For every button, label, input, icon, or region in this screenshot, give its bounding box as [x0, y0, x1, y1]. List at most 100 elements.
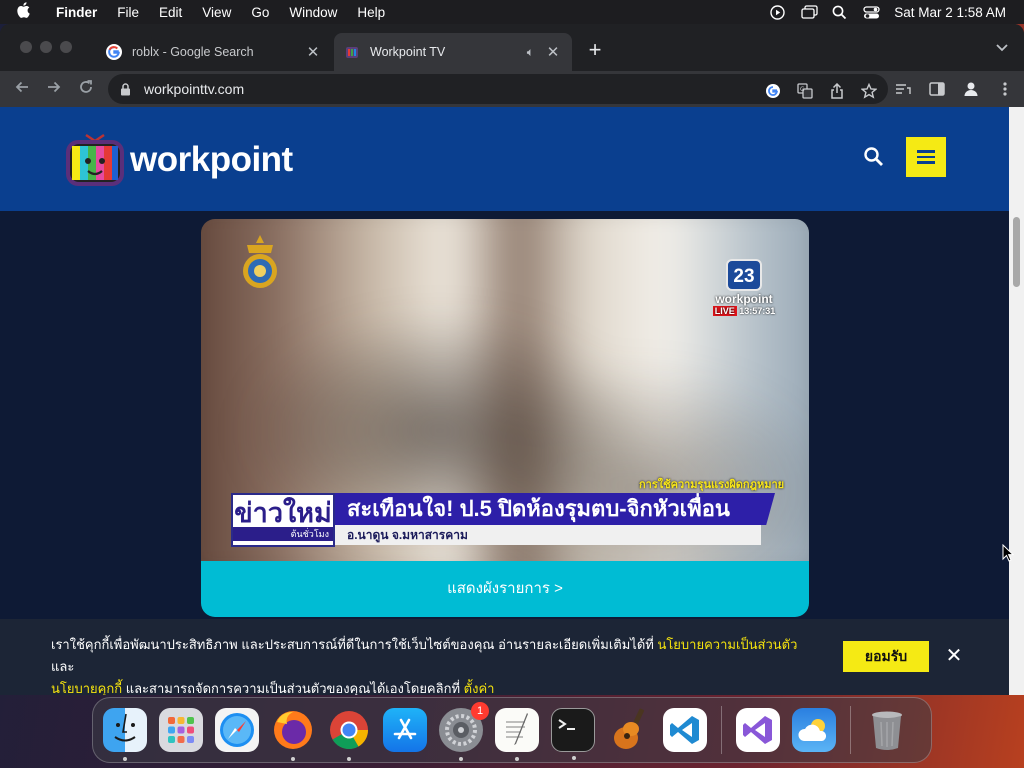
- cookie-consent-text: เราใช้คุกกี้เพื่อพัฒนาประสิทธิภาพ และประ…: [51, 634, 811, 695]
- cookie-consent-banner: เราใช้คุกกี้เพื่อพัฒนาประสิทธิภาพ และประ…: [0, 619, 1009, 695]
- toolbar-right: [894, 71, 1014, 107]
- svg-text:G: G: [800, 86, 805, 93]
- scrollbar-thumb[interactable]: [1013, 217, 1020, 287]
- live-badge: LIVE: [712, 306, 737, 316]
- running-indicator: [291, 757, 295, 761]
- search-icon[interactable]: [862, 145, 886, 169]
- app-store-icon[interactable]: [383, 708, 427, 752]
- zoom-window-button[interactable]: [60, 41, 72, 53]
- firefox-icon[interactable]: [271, 708, 315, 761]
- bookmark-star-icon[interactable]: [860, 82, 878, 100]
- hamburger-line: [917, 161, 935, 164]
- tab-search-chevron-icon[interactable]: [996, 40, 1008, 55]
- hamburger-menu-button[interactable]: [906, 137, 946, 177]
- screen-mirroring-icon[interactable]: [801, 4, 818, 20]
- tab-title: Workpoint TV: [370, 45, 446, 59]
- menubar-clock[interactable]: Sat Mar 2 1:58 AM: [894, 5, 1006, 20]
- new-tab-icon[interactable]: +: [584, 37, 606, 63]
- channel-23-watermark: 23 workpoint LIVE 13:57:31: [709, 259, 779, 316]
- menubar-edit[interactable]: Edit: [149, 5, 192, 20]
- hamburger-line: [917, 150, 935, 153]
- running-indicator: [515, 757, 519, 761]
- url-text[interactable]: workpointtv.com: [144, 81, 244, 97]
- channel-name: workpoint: [715, 292, 773, 306]
- lock-icon[interactable]: [120, 83, 132, 96]
- royal-emblem-icon: [243, 235, 277, 288]
- close-tab-icon[interactable]: ✕: [304, 43, 322, 61]
- notification-badge: 1: [471, 702, 489, 720]
- garageband-icon[interactable]: [607, 708, 651, 752]
- dock-separator: [721, 706, 722, 754]
- dock-separator: [850, 706, 851, 754]
- share-icon[interactable]: [828, 82, 846, 100]
- badge-main-text: ข่าวใหม่: [234, 498, 332, 528]
- menubar-go[interactable]: Go: [241, 5, 279, 20]
- trash-icon[interactable]: [865, 708, 909, 752]
- apple-menu-icon[interactable]: [0, 2, 46, 22]
- cookie-text-part-1: เราใช้คุกกี้เพื่อพัฒนาประสิทธิภาพ และประ…: [51, 637, 658, 652]
- accept-cookies-button[interactable]: ยอมรับ: [843, 641, 929, 672]
- finder-icon[interactable]: [103, 708, 147, 761]
- running-indicator: [123, 757, 127, 761]
- reading-list-icon[interactable]: [894, 80, 912, 98]
- tab-google-search[interactable]: roblx - Google Search ✕: [96, 33, 332, 71]
- google-lens-icon[interactable]: [764, 82, 782, 100]
- mouse-cursor-icon: [1002, 544, 1014, 562]
- show-schedule-button[interactable]: แสดงผังรายการ >: [201, 561, 809, 617]
- back-arrow-icon[interactable]: [6, 79, 38, 100]
- weather-icon[interactable]: [792, 708, 836, 752]
- omnibox-actions: G: [764, 82, 878, 100]
- system-settings-icon[interactable]: 1: [439, 702, 489, 761]
- workpoint-logo[interactable]: workpoint: [64, 131, 293, 189]
- close-tab-icon[interactable]: ✕: [544, 43, 562, 61]
- window-controls: [20, 41, 72, 53]
- translate-icon[interactable]: G: [796, 82, 814, 100]
- launchpad-icon[interactable]: [159, 708, 203, 752]
- minimize-window-button[interactable]: [40, 41, 52, 53]
- news-ticker-caption: การใช้ความรุนแรงผิดกฎหมาย: [639, 479, 785, 491]
- reload-icon[interactable]: [70, 79, 102, 100]
- live-indicator: LIVE 13:57:31: [709, 306, 779, 316]
- news-location: อ.นาดูน จ.มหาสารคาม: [335, 525, 761, 545]
- terminal-icon[interactable]: [551, 708, 595, 760]
- logo-wordmark: workpoint: [130, 140, 293, 179]
- tab-strip: roblx - Google Search ✕ Workpoint TV 🔈︎ …: [0, 24, 1024, 71]
- page-scrollbar[interactable]: [1009, 107, 1024, 695]
- hamburger-line: [917, 155, 935, 159]
- browser-toolbar: workpointtv.com G: [0, 71, 1024, 107]
- channel-number: 23: [726, 259, 762, 291]
- spotlight-search-icon[interactable]: [832, 5, 847, 20]
- audio-playing-icon[interactable]: 🔈︎: [527, 45, 534, 60]
- visual-studio-icon[interactable]: [736, 708, 780, 752]
- news-headline: สะเทือนใจ! ป.5 ปิดห้องรุมตบ-จิกหัวเพื่อน: [335, 493, 775, 525]
- safari-icon[interactable]: [215, 708, 259, 752]
- close-icon[interactable]: ✕: [944, 645, 964, 667]
- close-window-button[interactable]: [20, 41, 32, 53]
- news-lower-third: ข่าวใหม่ ต้นชั่วโมง สะเทือนใจ! ป.5 ปิดห้…: [231, 493, 775, 547]
- profile-avatar-icon[interactable]: [962, 80, 980, 98]
- side-panel-icon[interactable]: [928, 80, 946, 98]
- live-video-player[interactable]: 23 workpoint LIVE 13:57:31 การใช้ความรุน…: [201, 219, 809, 561]
- chrome-icon[interactable]: [327, 708, 371, 761]
- address-bar[interactable]: workpointtv.com G: [108, 74, 888, 104]
- running-indicator: [347, 757, 351, 761]
- menubar-app-name[interactable]: Finder: [46, 5, 107, 20]
- menubar-window[interactable]: Window: [279, 5, 347, 20]
- breaking-news-badge: ข่าวใหม่ ต้นชั่วโมง: [231, 493, 335, 547]
- cookie-policy-link[interactable]: นโยบายคุกกี้: [51, 681, 122, 695]
- vscode-icon[interactable]: [663, 708, 707, 752]
- textedit-icon[interactable]: [495, 708, 539, 761]
- cookie-settings-link[interactable]: ตั้งค่า: [464, 681, 495, 695]
- site-header: workpoint: [0, 107, 1009, 211]
- menubar-view[interactable]: View: [192, 5, 241, 20]
- tab-workpoint-tv[interactable]: Workpoint TV 🔈︎ ✕: [334, 33, 572, 71]
- now-playing-icon[interactable]: [770, 4, 785, 20]
- kebab-menu-icon[interactable]: [996, 80, 1014, 98]
- menubar-help[interactable]: Help: [347, 5, 395, 20]
- forward-arrow-icon[interactable]: [38, 79, 70, 100]
- menubar-file[interactable]: File: [107, 5, 149, 20]
- headline-block: สะเทือนใจ! ป.5 ปิดห้องรุมตบ-จิกหัวเพื่อน…: [335, 493, 775, 547]
- control-center-icon[interactable]: [863, 5, 880, 20]
- privacy-policy-link[interactable]: นโยบายความเป็นส่วนตัว: [657, 637, 797, 652]
- workpoint-tv-logo-icon: [66, 133, 124, 186]
